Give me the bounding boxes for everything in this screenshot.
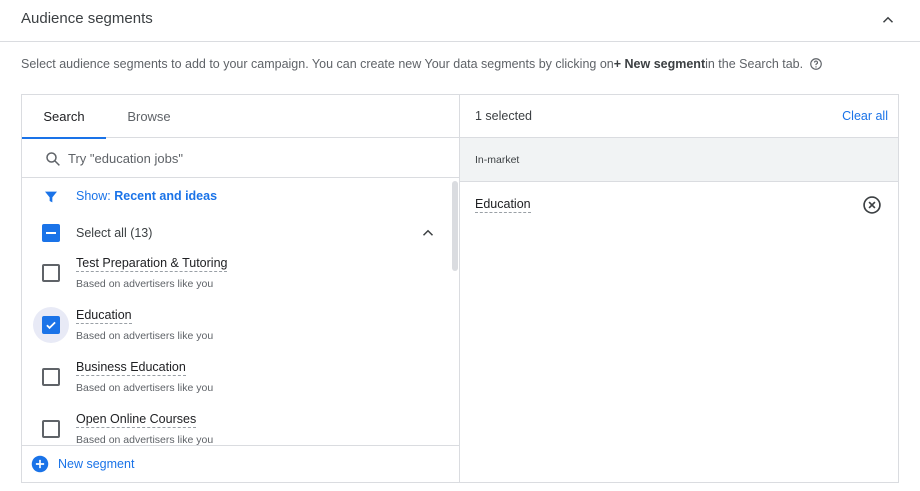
- segment-checkbox[interactable]: [42, 368, 60, 386]
- segment-name[interactable]: Test Preparation & Tutoring: [76, 256, 228, 272]
- description-text-after: in the Search tab.: [705, 57, 804, 71]
- select-all-label: Select all (13): [76, 226, 153, 240]
- segment-source: Based on advertisers like you: [76, 434, 214, 445]
- chevron-up-icon: [882, 16, 894, 23]
- segment-checkbox[interactable]: [42, 316, 60, 334]
- description-text-before: Select audience segments to add to your …: [21, 57, 614, 71]
- segment-checkbox[interactable]: [42, 420, 60, 438]
- new-segment-button[interactable]: New segment: [22, 445, 459, 482]
- select-all-checkbox[interactable]: [42, 224, 60, 242]
- segment-source: Based on advertisers like you: [76, 278, 214, 290]
- segment-checkbox[interactable]: [42, 264, 60, 282]
- segment-list: Show: Recent and ideas Select all (13) T…: [22, 179, 459, 445]
- tab-browse[interactable]: Browse: [106, 95, 192, 138]
- segment-name[interactable]: Open Online Courses: [76, 412, 197, 428]
- section-header: Audience segments: [0, 0, 920, 42]
- filter-icon: [45, 191, 57, 203]
- selected-item: Education: [460, 183, 898, 227]
- search-bar: [22, 138, 459, 178]
- help-circle-icon[interactable]: [809, 57, 823, 71]
- check-icon: [46, 321, 56, 330]
- remove-selected-button[interactable]: [862, 195, 882, 215]
- show-filter-label: Show:: [76, 189, 115, 203]
- selected-group-header: In-market: [460, 138, 898, 182]
- description-new-segment-text: + New segment: [613, 57, 706, 71]
- selected-segments-pane: 1 selected Clear all In-market Education: [460, 95, 898, 482]
- select-all-row: Select all (13): [22, 216, 442, 250]
- segment-search-pane: Search Browse Show: Recent and ideas Sel…: [22, 95, 460, 482]
- tab-bar: Search Browse: [22, 95, 459, 139]
- collapse-button[interactable]: [876, 8, 900, 32]
- section-description: Select audience segments to add to your …: [21, 57, 823, 71]
- show-filter[interactable]: Show: Recent and ideas: [22, 179, 442, 215]
- close-circle-icon: [863, 196, 881, 214]
- segment-name[interactable]: Education: [76, 308, 132, 324]
- list-item: Open Online Courses Based on advertisers…: [22, 406, 442, 445]
- tab-search[interactable]: Search: [22, 95, 106, 139]
- list-item: Test Preparation & Tutoring Based on adv…: [22, 250, 442, 302]
- search-icon: [46, 152, 60, 166]
- list-item: Business Education Based on advertisers …: [22, 354, 442, 406]
- section-title: Audience segments: [21, 10, 153, 27]
- show-filter-value: Recent and ideas: [114, 189, 218, 203]
- collapse-list-button[interactable]: [416, 221, 440, 245]
- segment-name[interactable]: Business Education: [76, 360, 186, 376]
- segment-source: Based on advertisers like you: [76, 330, 214, 342]
- new-segment-label: New segment: [58, 457, 135, 471]
- selected-group-label: In-market: [475, 154, 520, 166]
- list-item: Education Based on advertisers like you: [22, 302, 442, 354]
- selected-segment-name[interactable]: Education: [475, 197, 531, 213]
- clear-all-button[interactable]: Clear all: [842, 109, 888, 123]
- list-scrollbar[interactable]: [452, 181, 458, 271]
- plus-circle-icon: [31, 455, 49, 473]
- show-filter-text: Show: Recent and ideas: [76, 189, 217, 203]
- segment-picker-panel: Search Browse Show: Recent and ideas Sel…: [21, 94, 899, 483]
- chevron-up-icon: [422, 229, 434, 236]
- selected-count: 1 selected: [475, 109, 532, 123]
- selected-header: 1 selected Clear all: [460, 95, 898, 138]
- search-input[interactable]: [68, 146, 438, 170]
- segment-source: Based on advertisers like you: [76, 382, 214, 394]
